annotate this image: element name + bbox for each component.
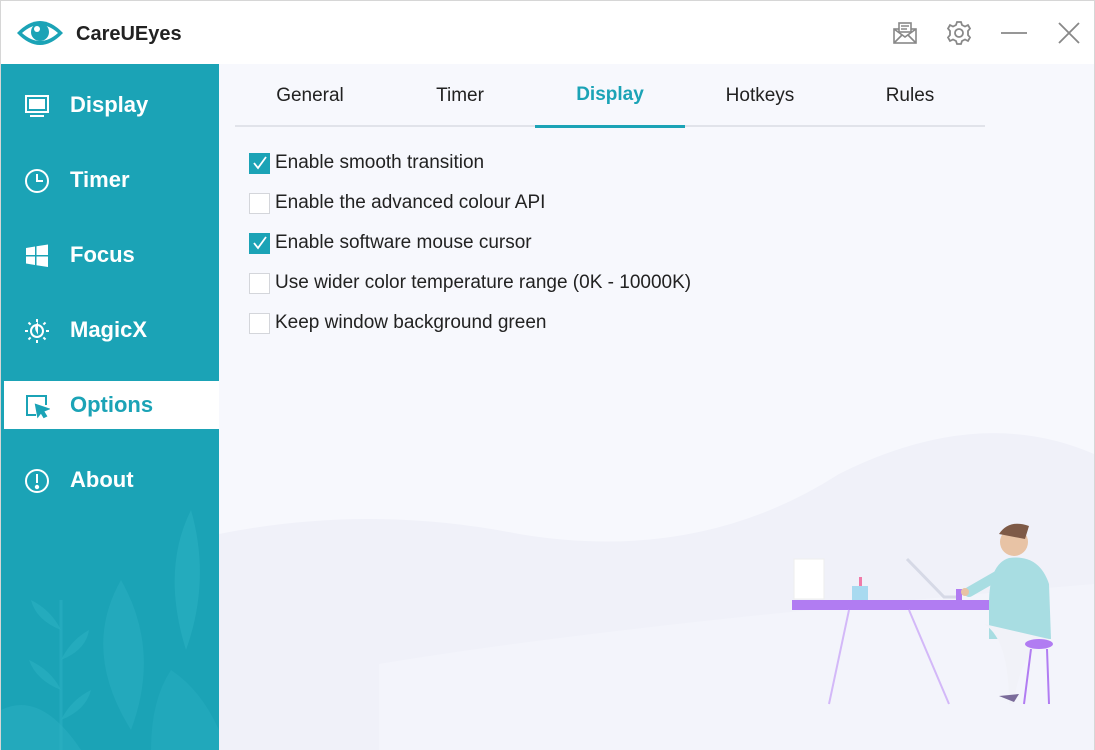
gear-icon[interactable] (941, 15, 977, 51)
checkbox-checked[interactable] (249, 232, 270, 254)
check-icon (252, 156, 267, 170)
sidebar-item-label: MagicX (70, 317, 148, 342)
option-smooth-transition[interactable]: Enable smooth transition (249, 150, 484, 176)
info-icon (24, 468, 50, 494)
close-icon[interactable] (1051, 15, 1087, 51)
monitor-icon (24, 93, 50, 119)
sidebar-item-label: Display (70, 92, 149, 117)
check-icon (252, 236, 267, 250)
title-bar: CareUEyes (1, 1, 1094, 64)
cursor-icon (24, 393, 50, 419)
sidebar-item-label: Timer (70, 167, 130, 192)
option-software-mouse-cursor[interactable]: Enable software mouse cursor (249, 230, 532, 256)
option-background-green[interactable]: Keep window background green (249, 310, 546, 336)
eye-logo-icon (15, 15, 65, 51)
sidebar-item-display[interactable]: Display (1, 81, 219, 129)
sun-icon (24, 318, 50, 344)
windows-icon (24, 243, 50, 269)
clock-icon (24, 168, 50, 194)
checkbox-unchecked[interactable] (249, 192, 270, 214)
sidebar: Display Timer Focus MagicX Options About (1, 64, 219, 750)
sidebar-item-magicx[interactable]: MagicX (1, 306, 219, 354)
sidebar-item-label: Focus (70, 242, 135, 267)
app-window: CareUEyes Display Timer Focus MagicX Opt… (0, 0, 1095, 750)
sidebar-item-focus[interactable]: Focus (1, 231, 219, 279)
sidebar-item-label: About (70, 467, 134, 492)
mail-icon[interactable] (887, 15, 923, 51)
tab-bar: General Timer Display Hotkeys Rules (235, 64, 985, 128)
checkbox-unchecked[interactable] (249, 272, 270, 294)
tab-hotkeys[interactable]: Hotkeys (685, 64, 835, 127)
app-title: CareUEyes (76, 23, 182, 45)
option-label: Keep window background green (275, 312, 547, 333)
tab-display[interactable]: Display (535, 64, 685, 128)
tab-general[interactable]: General (235, 64, 385, 127)
sidebar-item-timer[interactable]: Timer (1, 156, 219, 204)
checkbox-checked[interactable] (249, 152, 270, 174)
sidebar-item-options[interactable]: Options (1, 381, 219, 429)
sidebar-item-about[interactable]: About (1, 456, 219, 504)
option-wider-temperature-range[interactable]: Use wider color temperature range (0K - … (249, 270, 691, 296)
tab-rules[interactable]: Rules (835, 64, 985, 127)
minimize-icon[interactable] (996, 15, 1032, 51)
option-label: Enable the advanced colour API (275, 192, 546, 213)
tab-timer[interactable]: Timer (385, 64, 535, 127)
option-label: Enable software mouse cursor (275, 232, 532, 253)
option-label: Use wider color temperature range (0K - … (275, 272, 692, 293)
option-advanced-colour-api[interactable]: Enable the advanced colour API (249, 190, 545, 216)
checkbox-unchecked[interactable] (249, 312, 270, 334)
content-panel: General Timer Display Hotkeys Rules Enab… (219, 64, 1094, 750)
option-label: Enable smooth transition (275, 152, 485, 173)
sidebar-item-label: Options (70, 392, 154, 417)
